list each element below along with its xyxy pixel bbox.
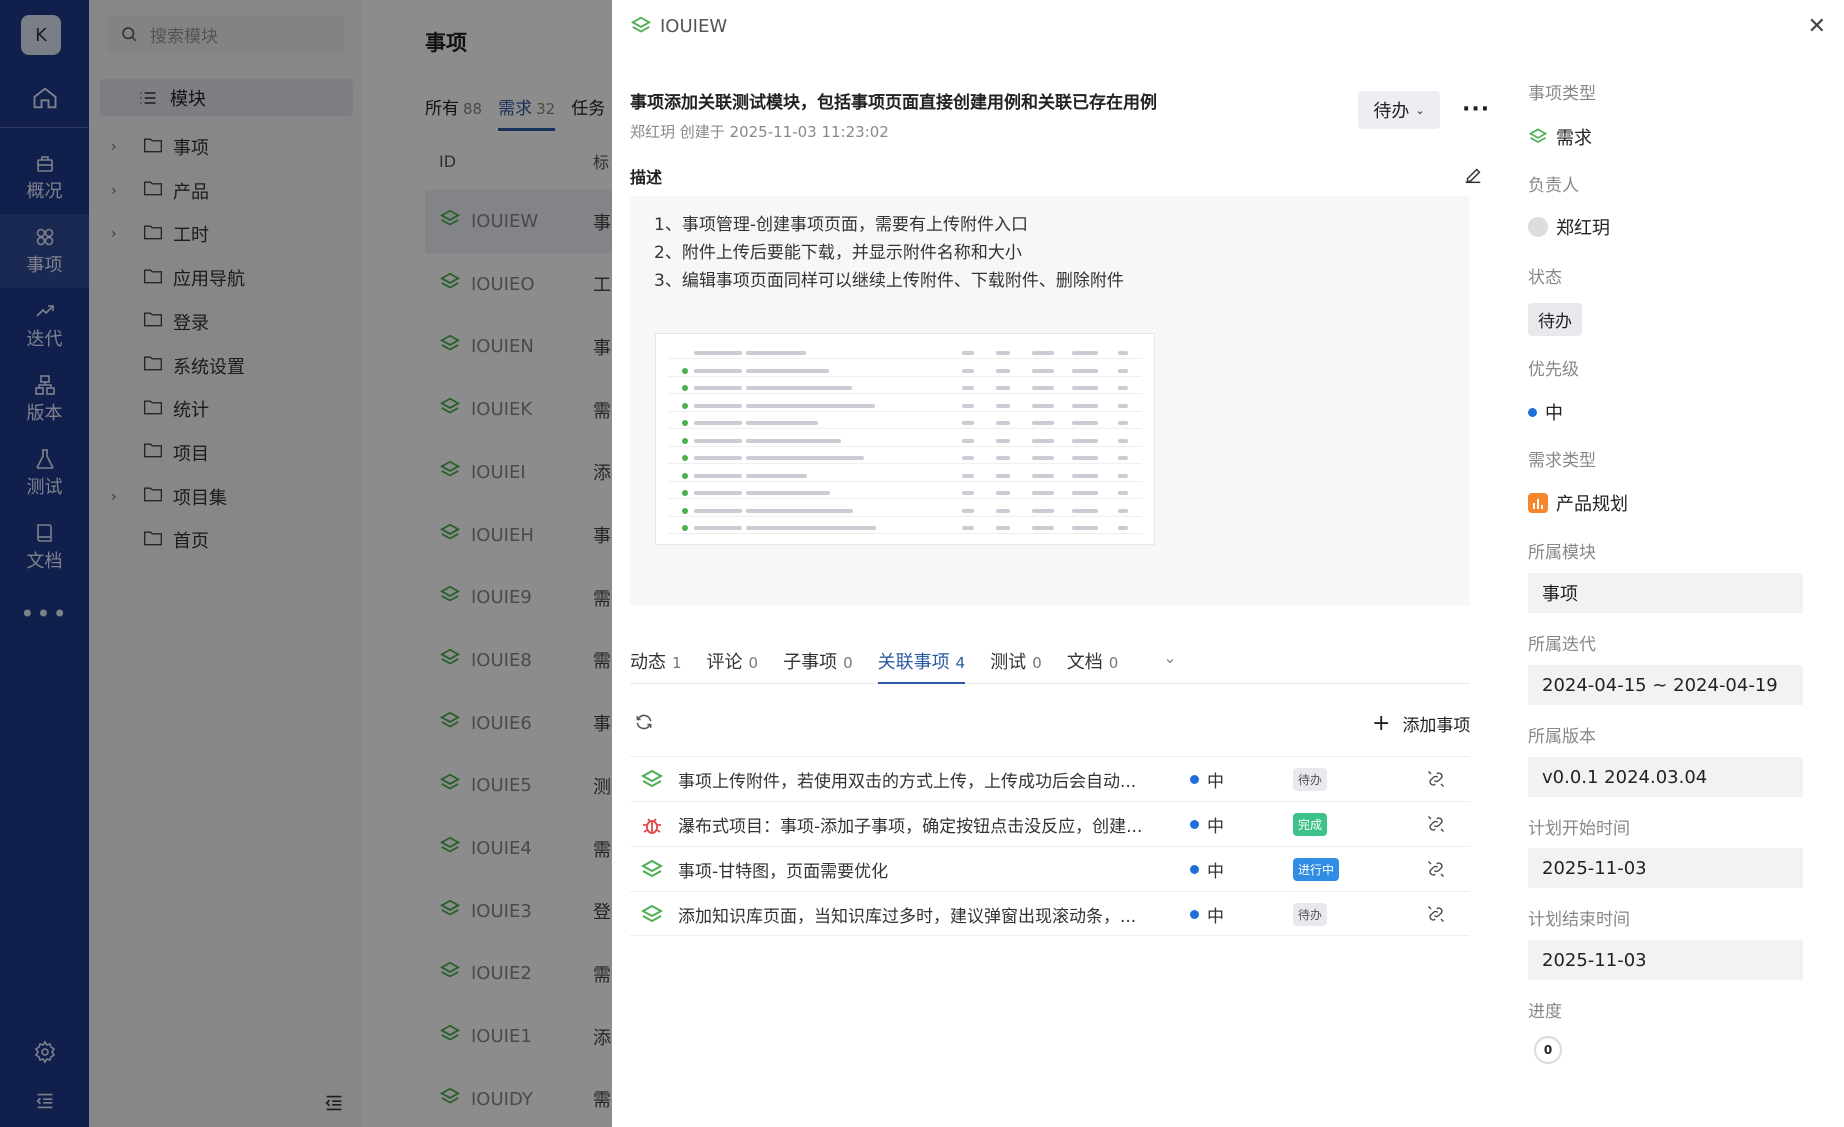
detail-tab[interactable]: 关联事项 4 [877, 648, 966, 684]
description-label: 描述 [630, 168, 663, 187]
item-meta: 郑红玥 创建于 2025-11-03 11:23:02 [630, 123, 889, 141]
description-line: 3、编辑事项页面同样可以继续上传附件、下载附件、删除附件 [654, 271, 1124, 291]
add-related-item-button[interactable]: + 添加事项 [1372, 711, 1470, 736]
unlink-icon[interactable] [1426, 814, 1446, 839]
prop-priority[interactable]: 中 [1528, 399, 1563, 425]
detail-tab[interactable]: 测试 0 [990, 648, 1042, 683]
unlink-icon[interactable] [1426, 904, 1446, 929]
description-content[interactable]: 1、事项管理-创建事项页面，需要有上传附件入口 2、附件上传后要能下载，并显示附… [630, 196, 1470, 606]
detail-tab[interactable]: 子事项 0 [783, 648, 853, 683]
status-badge: 待办 [1293, 767, 1328, 791]
prop-label: 所属模块 [1528, 543, 1596, 563]
description-line: 2、附件上传后要能下载，并显示附件名称和大小 [654, 243, 1022, 263]
unlink-icon[interactable] [1426, 859, 1446, 884]
close-icon[interactable]: ✕ [1808, 14, 1826, 39]
detail-tab[interactable]: 动态 1 [630, 648, 682, 683]
prop-label: 所属迭代 [1528, 635, 1596, 655]
edit-icon[interactable] [1462, 164, 1484, 190]
prop-label: 计划开始时间 [1528, 819, 1630, 839]
prop-sprint-field[interactable]: 2024-04-15 ~ 2024-04-19 [1528, 665, 1803, 705]
prop-module-field[interactable]: 事项 [1528, 573, 1803, 613]
prop-start-date-field[interactable]: 2025-11-03 [1528, 848, 1803, 888]
prop-label: 计划结束时间 [1528, 910, 1630, 930]
related-item-priority: 中 [1190, 902, 1224, 927]
detail-tab[interactable]: 文档 0 [1067, 648, 1119, 683]
related-item-title[interactable]: 事项-甘特图，页面需要优化 [678, 857, 1148, 882]
status-badge: 进行中 [1293, 857, 1340, 881]
related-item-priority: 中 [1190, 767, 1224, 792]
prop-req-type[interactable]: 产品规划 [1528, 490, 1628, 516]
requirement-icon [640, 768, 664, 797]
related-item-priority: 中 [1190, 857, 1224, 882]
prop-label: 所属版本 [1528, 727, 1596, 747]
unlink-icon[interactable] [1426, 769, 1446, 794]
detail-tab[interactable]: 评论 0 [707, 648, 759, 683]
item-title[interactable]: 事项添加关联测试模块，包括事项页面直接创建用例和关联已存在用例 [630, 88, 1350, 113]
requirement-icon [640, 903, 664, 932]
prop-label: 优先级 [1528, 360, 1579, 380]
prop-label: 需求类型 [1528, 451, 1596, 471]
status-dropdown[interactable]: 待办 ⌄ [1358, 91, 1440, 129]
modal-overlay[interactable] [0, 0, 612, 1127]
detail-tabs: 动态 1 评论 0 子事项 0 关联事项 4 测试 0 文档 0 ⌄ [630, 648, 1470, 684]
related-item-row[interactable]: 事项上传附件，若使用双击的方式上传，上传成功后会自动... 中 待办 [630, 756, 1470, 801]
description-line: 1、事项管理-创建事项页面，需要有上传附件入口 [654, 215, 1028, 235]
related-item-title[interactable]: 瀑布式项目：事项-添加子事项，确定按钮点击没反应，创建... [678, 812, 1148, 837]
prop-label: 负责人 [1528, 176, 1579, 196]
chevron-down-icon: ⌄ [1415, 103, 1425, 117]
related-item-priority: 中 [1190, 812, 1224, 837]
prop-owner[interactable]: 郑红玥 [1528, 214, 1610, 240]
requirement-icon [640, 858, 664, 887]
prop-label: 进度 [1528, 1002, 1562, 1022]
status-badge: 待办 [1293, 902, 1328, 926]
plus-icon: + [1372, 711, 1391, 736]
bug-icon [640, 813, 664, 842]
more-actions-icon[interactable]: ··· [1462, 97, 1490, 122]
drawer-item-id: IOUIEW [630, 15, 727, 37]
workitem-drawer: IOUIEW ✕ 事项添加关联测试模块，包括事项页面直接创建用例和关联已存在用例… [612, 0, 1844, 1127]
progress-indicator[interactable]: 0 [1534, 1036, 1562, 1064]
attached-screenshot[interactable] [655, 333, 1155, 545]
chart-bar-icon [1528, 493, 1548, 513]
prop-end-date-field[interactable]: 2025-11-03 [1528, 940, 1803, 980]
requirement-icon [1528, 128, 1548, 143]
prop-label: 状态 [1528, 268, 1562, 288]
prop-label: 事项类型 [1528, 84, 1596, 104]
related-item-row[interactable]: 事项-甘特图，页面需要优化 中 进行中 [630, 846, 1470, 891]
related-item-row[interactable]: 瀑布式项目：事项-添加子事项，确定按钮点击没反应，创建... 中 完成 [630, 801, 1470, 846]
divider [630, 935, 1470, 936]
chevron-down-icon[interactable]: ⌄ [1163, 648, 1176, 683]
status-badge: 完成 [1293, 812, 1328, 836]
related-item-title[interactable]: 事项上传附件，若使用双击的方式上传，上传成功后会自动... [678, 767, 1148, 792]
avatar [1528, 217, 1548, 237]
related-item-title[interactable]: 添加知识库页面，当知识库过多时，建议弹窗出现滚动条，... [678, 902, 1148, 927]
refresh-icon[interactable] [634, 712, 654, 736]
prop-status[interactable]: 待办 [1528, 303, 1582, 336]
prop-type[interactable]: 需求 [1528, 124, 1592, 150]
requirement-icon [630, 16, 652, 33]
related-item-row[interactable]: 添加知识库页面，当知识库过多时，建议弹窗出现滚动条，... 中 待办 [630, 891, 1470, 936]
prop-version-field[interactable]: v0.0.1 2024.03.04 [1528, 757, 1803, 797]
